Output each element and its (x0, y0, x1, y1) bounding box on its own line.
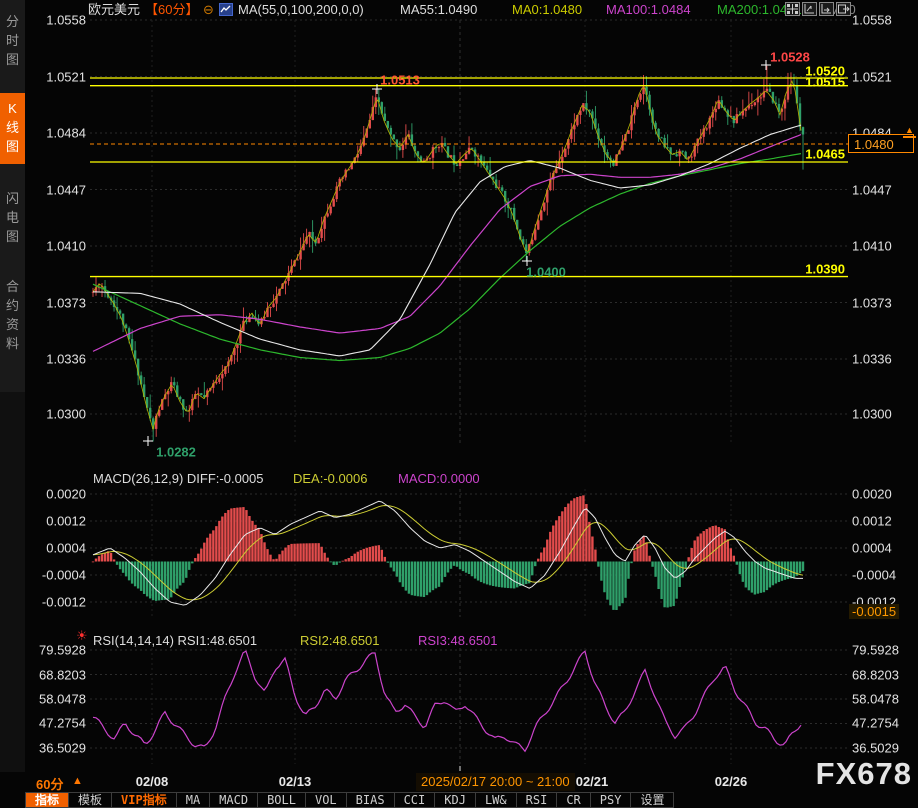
price-axis-label-left: 1.0336 (30, 352, 86, 367)
price-axis-label-right: 1.0558 (852, 13, 892, 28)
macd-axis-label-left: -0.0012 (30, 595, 86, 610)
period-selector[interactable]: 60分 (36, 774, 63, 793)
rsi-axis-label-left: 47.2754 (26, 716, 86, 731)
toolbar-button-MA[interactable]: MA (177, 792, 210, 808)
hover-time-tooltip: 2025/02/17 20:00 ~ 21:00 (416, 773, 575, 791)
toolbar-button-模板[interactable]: 模板 (69, 792, 112, 808)
toolbar-button-CCI[interactable]: CCI (395, 792, 436, 808)
time-axis-label: 02/26 (715, 774, 748, 789)
rsi-axis-label-right: 68.8203 (852, 667, 899, 682)
rsi-axis-label-left: 58.0478 (26, 692, 86, 707)
trading-app: 分 时 图K 线 图闪 电 图合 约 资 料 欧元美元 【60分】 ⊖ MA(5… (0, 0, 918, 808)
price-axis-label-right: 1.0336 (852, 352, 892, 367)
level-price-label: 1.0390 (785, 262, 845, 277)
price-axis-label-left: 1.0373 (30, 295, 86, 310)
extreme-price-marker: 1.0400 (526, 265, 566, 280)
toolbar-button-指标[interactable]: 指标 (25, 792, 69, 808)
toolbar-button-PSY[interactable]: PSY (591, 792, 632, 808)
price-axis-label-right: 1.0373 (852, 295, 892, 310)
macd-current-value-tag: -0.0015 (849, 604, 899, 619)
indicator-toolbar: 指标模板VIP指标MAMACDBOLLVOLBIASCCIKDJLW&RSICR… (25, 792, 674, 808)
rsi-axis-label-right: 47.2754 (852, 716, 899, 731)
rsi-axis-label-right: 79.5928 (852, 643, 899, 658)
macd-header-macd: MACD:0.0000 (398, 470, 480, 487)
rsi-axis-label-right: 58.0478 (852, 692, 899, 707)
toolbar-button-MACD[interactable]: MACD (210, 792, 258, 808)
extreme-price-marker: 1.0282 (156, 445, 196, 460)
price-axis-label-left: 1.0410 (30, 239, 86, 254)
extreme-price-marker: 1.0528 (770, 50, 810, 65)
brand-watermark: FX678 (816, 756, 912, 792)
macd-axis-label-right: 0.0012 (852, 514, 892, 529)
toolbar-button-KDJ[interactable]: KDJ (435, 792, 476, 808)
rsi-header-main: RSI(14,14,14) RSI1:48.6501 (93, 632, 257, 649)
macd-axis-label-left: 0.0012 (30, 514, 86, 529)
toolbar-button-BIAS[interactable]: BIAS (347, 792, 395, 808)
time-axis: 60分 ▲ 2025/02/17 20:00 ~ 21:00 02/08 02/1… (0, 772, 918, 792)
toolbar-button-VIP指标[interactable]: VIP指标 (112, 792, 177, 808)
toolbar-button-CR[interactable]: CR (557, 792, 590, 808)
level-price-label: 1.0515 (785, 75, 845, 90)
level-price-label: 1.0465 (785, 147, 845, 162)
rsi-axis-label-left: 79.5928 (26, 643, 86, 658)
macd-axis-label-left: -0.0004 (30, 568, 86, 583)
price-axis-label-left: 1.0484 (30, 126, 86, 141)
rsi-axis-label-left: 36.5029 (26, 741, 86, 756)
macd-axis-label-left: 0.0020 (30, 487, 86, 502)
price-axis-label-left: 1.0300 (30, 407, 86, 422)
price-axis-label-right: 1.0410 (852, 239, 892, 254)
price-axis-label-right: 1.0300 (852, 407, 892, 422)
rsi-axis-label-left: 68.8203 (26, 667, 86, 682)
rsi-axis-label-right: 36.5029 (852, 741, 899, 756)
extreme-price-marker: 1.0513 (380, 73, 420, 88)
time-axis-label: 02/21 (576, 774, 609, 789)
price-axis-label-left: 1.0521 (30, 69, 86, 84)
macd-axis-label-right: 0.0004 (852, 541, 892, 556)
price-up-arrow-icon: ▲ (903, 126, 916, 138)
macd-header-main: MACD(26,12,9) DIFF:-0.0005 (93, 470, 264, 487)
price-axis-label-left: 1.0447 (30, 182, 86, 197)
alert-sun-icon[interactable]: ☀ (76, 628, 88, 644)
macd-header-dea: DEA:-0.0006 (293, 470, 367, 487)
toolbar-button-BOLL[interactable]: BOLL (258, 792, 306, 808)
price-axis-label-right: 1.0447 (852, 182, 892, 197)
macd-axis-label-left: 0.0004 (30, 541, 86, 556)
toolbar-button-设置[interactable]: 设置 (631, 792, 674, 808)
toolbar-button-LW&[interactable]: LW& (476, 792, 517, 808)
macd-axis-label-right: -0.0004 (852, 568, 896, 583)
toolbar-button-VOL[interactable]: VOL (306, 792, 347, 808)
time-axis-label: 02/08 (136, 774, 169, 789)
price-axis-label-right: 1.0521 (852, 69, 892, 84)
price-axis-label-left: 1.0558 (30, 13, 86, 28)
period-arrow-icon[interactable]: ▲ (72, 775, 83, 787)
rsi-header-rsi3: RSI3:48.6501 (418, 632, 498, 649)
chart-canvas[interactable] (0, 0, 918, 772)
rsi-header-rsi2: RSI2:48.6501 (300, 632, 380, 649)
macd-axis-label-right: 0.0020 (852, 487, 892, 502)
toolbar-button-RSI[interactable]: RSI (517, 792, 558, 808)
time-axis-label: 02/13 (279, 774, 312, 789)
